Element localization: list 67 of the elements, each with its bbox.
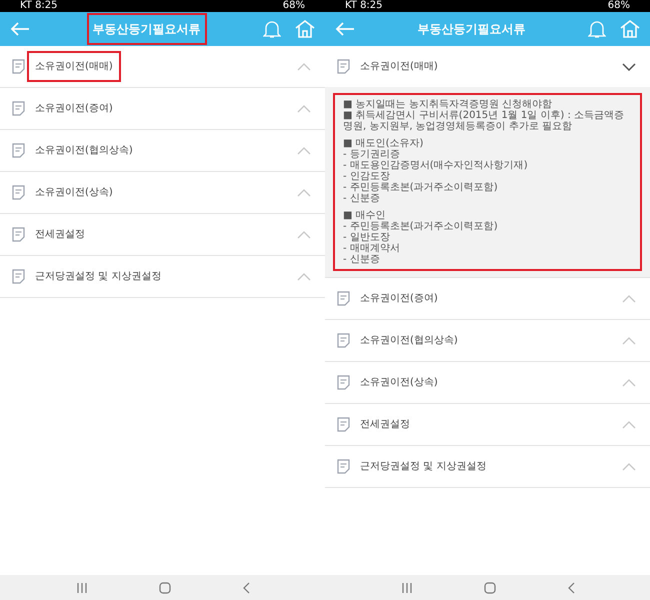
chevron-up-icon	[622, 336, 636, 344]
accordion-title: 소유권이전(증여)	[359, 292, 439, 306]
battery-level: 68%	[608, 1, 630, 11]
document-line: - 매매계약서	[343, 243, 401, 254]
document-icon	[12, 227, 25, 242]
chevron-down-icon	[622, 62, 636, 70]
battery-level: 68%	[282, 1, 305, 11]
document-icon	[337, 417, 350, 432]
back-icon[interactable]	[566, 582, 574, 594]
document-line: ■ 농지일때는 농지취득자격증명원 신청해야함	[343, 99, 553, 110]
screen-title: 부동산등기필요서류	[416, 21, 526, 38]
back-icon[interactable]	[242, 582, 250, 594]
document-icon	[12, 185, 25, 200]
accordion-title: 소유권이전(매매)	[27, 51, 121, 82]
back-arrow-icon[interactable]	[10, 22, 30, 36]
bell-icon[interactable]	[263, 19, 281, 39]
recent-apps-icon[interactable]	[76, 582, 88, 592]
chevron-up-icon	[297, 62, 311, 70]
chevron-up-icon	[622, 294, 636, 302]
home-icon[interactable]	[295, 19, 315, 39]
status-time: KT 8:25	[345, 1, 383, 11]
home-button-icon[interactable]	[484, 582, 496, 594]
document-icon	[12, 269, 25, 284]
document-icon	[337, 291, 350, 306]
document-line: - 인감도장	[343, 171, 391, 182]
document-icon	[12, 59, 25, 74]
chevron-up-icon	[622, 378, 636, 386]
accordion-title: 전세권설정	[359, 418, 411, 432]
chevron-up-icon	[297, 104, 311, 112]
document-line: ■ 매도인(소유자)	[343, 138, 424, 149]
document-icon	[337, 375, 350, 390]
document-line: - 매도용인감증명서(매수자인적사항기재)	[343, 160, 529, 171]
accordion-title: 소유권이전(상속)	[34, 186, 114, 200]
document-icon	[12, 101, 25, 116]
document-line: - 일반도장	[343, 232, 391, 243]
chevron-up-icon	[297, 272, 311, 280]
document-line: - 신분증	[343, 193, 381, 204]
accordion-title: 소유권이전(협의상속)	[359, 334, 459, 348]
accordion-title: 전세권설정	[34, 228, 86, 242]
accordion-title: 소유권이전(매매)	[359, 60, 439, 74]
accordion-title: 근저당권설정 및 지상권설정	[359, 460, 488, 474]
screen-title: 부동산등기필요서류	[86, 13, 206, 45]
recent-apps-icon[interactable]	[400, 582, 412, 592]
home-icon[interactable]	[620, 19, 640, 39]
chevron-up-icon	[297, 230, 311, 238]
document-icon	[337, 459, 350, 474]
chevron-up-icon	[297, 146, 311, 154]
document-line: - 등기권리증	[343, 149, 401, 160]
document-line: - 신분증	[343, 254, 381, 265]
chevron-up-icon	[297, 188, 311, 196]
accordion-title: 소유권이전(증여)	[34, 102, 114, 116]
back-arrow-icon[interactable]	[335, 22, 355, 36]
document-line: - 주민등록초본(과거주소이력포함)	[343, 182, 499, 193]
bell-icon[interactable]	[588, 19, 606, 39]
document-icon	[12, 143, 25, 158]
accordion-title: 소유권이전(협의상속)	[34, 144, 134, 158]
home-button-icon[interactable]	[158, 582, 170, 594]
chevron-up-icon	[622, 420, 636, 428]
document-line: - 주민등록초본(과거주소이력포함)	[343, 221, 499, 232]
document-icon	[337, 333, 350, 348]
status-time: KT 8:25	[20, 1, 58, 11]
document-line: ■ 매수인	[343, 210, 387, 221]
accordion-title: 근저당권설정 및 지상권설정	[34, 270, 162, 284]
document-icon	[337, 59, 350, 74]
accordion-title: 소유권이전(상속)	[359, 376, 439, 390]
chevron-up-icon	[622, 462, 636, 470]
document-line: ■ 취득세감면시 구비서류(2015년 1월 1일 이후) : 소득금액증명원, 농지원부, 농업경영체등록증이 추가로 필요함	[343, 110, 626, 132]
